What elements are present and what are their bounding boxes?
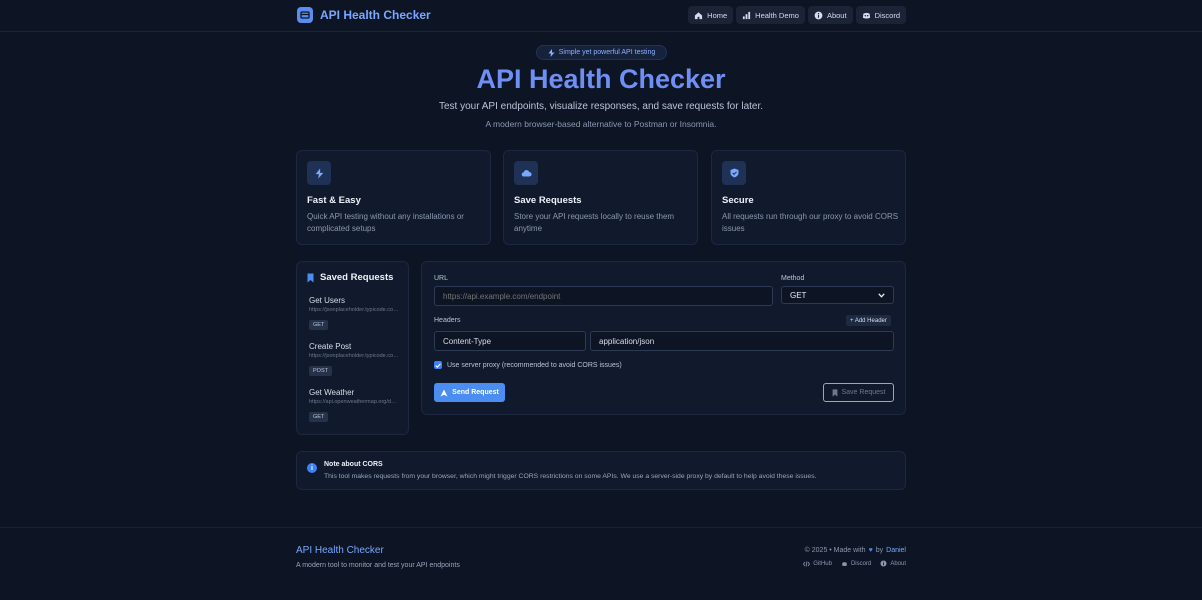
brand-title: API Health Checker [320,8,431,22]
saved-request-name: Get Users [309,296,346,305]
feature-card-save: Save Requests Store your API requests lo… [503,150,698,245]
proxy-checkbox[interactable] [434,361,442,369]
feature-title: Fast & Easy [307,195,361,206]
headers-label: Headers [434,317,461,324]
feature-title: Save Requests [514,195,582,206]
nav-discord-label: Discord [874,10,900,20]
nav-home[interactable]: Home [688,6,734,24]
cors-note: i Note about CORS This tool makes reques… [296,451,906,490]
bookmark-icon [307,273,314,282]
saved-requests-title: Saved Requests [320,272,394,283]
check-icon [435,362,441,368]
footer-link-label: Discord [850,560,872,567]
bar-chart-icon [743,11,751,19]
method-select-value: GET [790,290,807,300]
proxy-checkbox-row[interactable]: Use server proxy (recommended to avoid C… [434,361,622,369]
send-request-button[interactable]: Send Request [434,383,505,402]
top-navbar: API Health Checker Home Health Demo Abou… [0,0,1202,32]
footer-link-about[interactable]: About [880,560,906,567]
add-header-button[interactable]: + Add Header [846,315,891,326]
cors-note-text: This tool makes requests from your brows… [324,473,817,480]
chevron-down-icon [878,292,885,298]
footer-link-label: About [890,560,906,567]
nav-about[interactable]: About [807,6,853,24]
footer-link-label: GitHub [813,560,832,567]
send-request-label: Send Request [452,389,499,396]
nav-about-label: About [826,10,847,20]
saved-request-url: https://jsonplaceholder.typicode.com/use… [309,307,399,313]
info-icon [880,560,887,567]
method-label: Method [781,275,805,282]
save-request-button[interactable]: Save Request [823,383,894,402]
feature-desc: All requests run through our proxy to av… [722,212,899,233]
url-label: URL [434,275,449,282]
method-badge: POST [309,366,332,376]
footer-link-github[interactable]: GitHub [803,560,832,567]
tagline-pill: Simple yet powerful API testing [536,45,667,60]
footer-links: GitHub Discord About [803,560,906,567]
saved-request-url: https://api.openweathermap.org/data/2.5/… [309,399,399,405]
hero-subtitle-secondary: A modern browser-based alternative to Po… [485,119,717,129]
saved-request-name: Create Post [309,342,352,351]
bolt-icon [307,161,331,185]
footer-copyright: © 2025 • Made with ♥ by Daniel [805,547,906,554]
saved-request-item[interactable]: Get Weather https://api.openweathermap.o… [309,388,399,423]
main-nav: Home Health Demo About Discord [688,6,906,24]
hero-subtitle: Test your API endpoints, visualize respo… [438,101,764,112]
save-request-label: Save Request [841,389,886,396]
footer: API Health Checker A modern tool to moni… [0,527,1202,600]
feature-card-fast: Fast & Easy Quick API testing without an… [296,150,491,245]
cloud-icon [514,161,538,185]
feature-desc: Store your API requests locally to reuse… [514,212,675,233]
hero-title: API Health Checker [476,64,726,94]
proxy-label: Use server proxy (recommended to avoid C… [447,361,622,369]
feature-title: Secure [722,195,754,206]
copyright-by: by [875,547,884,554]
nav-home-label: Home [707,10,728,20]
nav-health-demo-label: Health Demo [755,10,799,20]
home-icon [695,11,703,19]
tagline-text: Simple yet powerful API testing [558,49,656,56]
cors-note-title: Note about CORS [324,461,383,468]
feature-card-secure: Secure All requests run through our prox… [711,150,906,245]
header-key-input[interactable] [434,331,586,351]
nav-health-demo[interactable]: Health Demo [736,6,805,24]
header-value-input[interactable] [590,331,894,351]
nav-discord[interactable]: Discord [855,6,906,24]
discord-icon [862,12,870,19]
info-icon: i [307,463,317,473]
saved-request-name: Get Weather [309,388,355,397]
footer-description: A modern tool to monitor and test your A… [296,562,460,569]
info-icon [814,11,823,19]
brand-link[interactable]: API Health Checker [297,7,431,23]
request-form: URL Method GET Headers + Add Header Use … [421,261,906,415]
saved-request-item[interactable]: Get Users https://jsonplaceholder.typico… [309,296,399,331]
send-icon [440,389,448,396]
copyright-text: © 2025 • Made with [804,547,866,554]
method-select[interactable]: GET [781,286,894,304]
feature-desc: Quick API testing without any installati… [307,212,464,233]
saved-request-url: https://jsonplaceholder.typicode.com/pos… [309,353,399,359]
bookmark-icon [832,388,837,397]
shield-icon [722,161,746,185]
url-input[interactable] [434,286,773,306]
code-icon [803,560,811,567]
bolt-icon [548,48,555,57]
method-badge: GET [309,412,329,422]
method-badge: GET [309,320,329,330]
footer-link-discord[interactable]: Discord [841,560,871,567]
footer-brand[interactable]: API Health Checker [296,545,384,556]
saved-requests-panel: Saved Requests Get Users https://jsonpla… [296,261,409,435]
author-link[interactable]: Daniel [886,547,906,554]
saved-requests-header: Saved Requests [307,272,393,283]
discord-icon [842,561,847,566]
app-logo-icon [297,7,313,23]
heart-icon: ♥ [868,547,873,554]
saved-request-item[interactable]: Create Post https://jsonplaceholder.typi… [309,342,399,377]
